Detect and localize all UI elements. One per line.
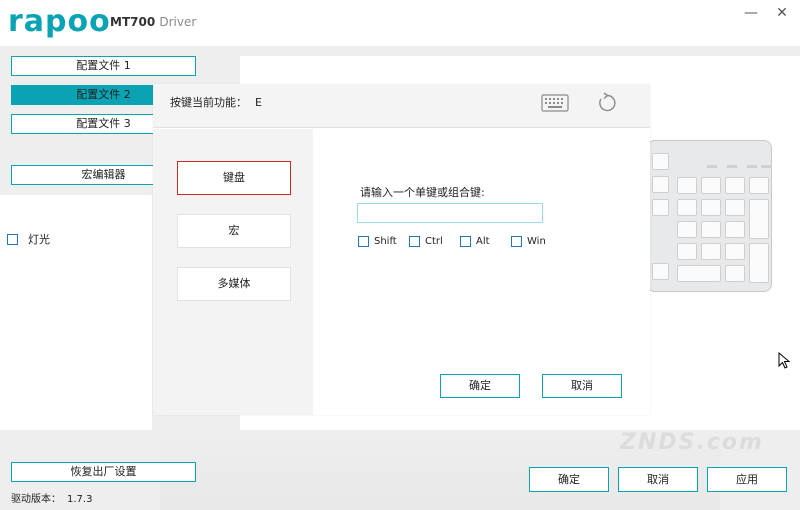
mouse-cursor-icon: [778, 352, 791, 369]
cancel-button[interactable]: 取消: [618, 467, 698, 492]
shift-label: Shift: [374, 236, 397, 247]
profile-1-button[interactable]: 配置文件 1: [11, 56, 196, 76]
kb-key-prt: [652, 176, 669, 193]
factory-reset-button[interactable]: 恢复出厂设置: [11, 462, 196, 482]
current-function: 按键当前功能： E: [170, 94, 262, 110]
lighting-panel: [0, 195, 152, 430]
kb-key: [677, 199, 697, 216]
version-label: 驱动版本：: [11, 494, 61, 505]
kb-key: [749, 177, 769, 194]
minimize-button[interactable]: —: [741, 4, 761, 22]
kb-key-zero: [677, 265, 721, 282]
driver-version: 驱动版本： 1.7.3: [11, 490, 92, 505]
kb-key: [701, 199, 721, 216]
rapoo-logo: rapoo: [8, 4, 111, 39]
keyboard-image: [648, 140, 772, 292]
key-assign-dialog: 按键当前功能： E 键盘 宏 多媒体 请输入一个单键或组合键: Shift Ctr…: [153, 84, 650, 415]
keyboard-icon[interactable]: [541, 93, 569, 113]
kb-key: [701, 243, 721, 260]
current-function-value: E: [255, 96, 262, 109]
win-label: Win: [527, 236, 546, 247]
lighting-label: 灯光: [28, 233, 50, 246]
modifier-win[interactable]: Win: [511, 236, 546, 247]
modifier-alt[interactable]: Alt: [460, 236, 490, 247]
dialog-header: 按键当前功能： E: [153, 84, 650, 128]
kb-led: [707, 165, 717, 168]
kb-key: [725, 221, 745, 238]
close-button[interactable]: ✕: [772, 4, 792, 22]
kb-led: [747, 165, 757, 168]
kb-led: [761, 165, 771, 168]
kb-key: [677, 221, 697, 238]
product-title: MT700 Driver: [110, 15, 196, 29]
alt-checkbox[interactable]: [460, 236, 471, 247]
kb-key-enter: [749, 243, 769, 283]
ok-button[interactable]: 确定: [529, 467, 609, 492]
tab-multimedia[interactable]: 多媒体: [177, 267, 291, 301]
watermark-text: ZNDS.com: [620, 430, 764, 455]
kb-key: [701, 177, 721, 194]
function-tabs-panel: 键盘 宏 多媒体: [153, 129, 313, 415]
ctrl-checkbox[interactable]: [409, 236, 420, 247]
dialog-ok-button[interactable]: 确定: [440, 374, 520, 398]
kb-key-pause: [652, 153, 669, 170]
kb-key: [677, 243, 697, 260]
apply-button[interactable]: 应用: [707, 467, 787, 492]
lighting-checkbox[interactable]: [7, 233, 18, 245]
kb-led: [727, 165, 737, 168]
kb-key-dot: [725, 265, 745, 282]
title-bar: rapoo MT700 Driver — ✕: [0, 0, 800, 46]
kb-key: [701, 221, 721, 238]
kb-key: [677, 177, 697, 194]
kb-key: [725, 199, 745, 216]
shift-checkbox[interactable]: [358, 236, 369, 247]
dialog-cancel-button[interactable]: 取消: [542, 374, 622, 398]
lighting-option[interactable]: 灯光: [7, 232, 50, 246]
kb-key: [725, 243, 745, 260]
key-input-prompt: 请输入一个单键或组合键:: [360, 186, 485, 199]
kb-key-arrow: [652, 263, 669, 280]
kb-key-side: [652, 199, 669, 216]
alt-label: Alt: [476, 236, 490, 247]
product-suffix: Driver: [159, 15, 197, 29]
kb-key-plus: [749, 199, 769, 239]
key-combo-input[interactable]: [357, 203, 543, 223]
modifier-ctrl[interactable]: Ctrl: [409, 236, 443, 247]
reset-icon[interactable]: [594, 91, 618, 115]
product-name: MT700: [110, 15, 156, 29]
win-checkbox[interactable]: [511, 236, 522, 247]
modifier-shift[interactable]: Shift: [358, 236, 397, 247]
tab-macro[interactable]: 宏: [177, 214, 291, 248]
kb-key: [725, 177, 745, 194]
version-value: 1.7.3: [67, 494, 93, 505]
current-function-label: 按键当前功能：: [170, 96, 247, 109]
tab-keyboard[interactable]: 键盘: [177, 161, 291, 195]
ctrl-label: Ctrl: [425, 236, 443, 247]
